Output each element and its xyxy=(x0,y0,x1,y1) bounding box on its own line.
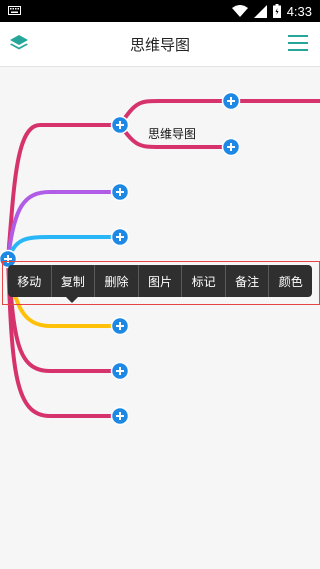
menu-item-copy[interactable]: 复制 xyxy=(52,265,96,297)
menu-item-delete[interactable]: 删除 xyxy=(95,265,139,297)
status-time: 4:33 xyxy=(286,3,312,19)
menu-item-color[interactable]: 颜色 xyxy=(269,265,312,297)
add-node-button[interactable] xyxy=(110,182,130,202)
page-title: 思维导图 xyxy=(129,36,190,54)
menu-item-image[interactable]: 图片 xyxy=(139,265,183,297)
add-node-button[interactable] xyxy=(221,137,241,157)
menu-icon[interactable] xyxy=(288,34,308,52)
add-node-button[interactable] xyxy=(110,361,130,381)
add-node-button[interactable] xyxy=(221,91,241,111)
add-node-button[interactable] xyxy=(110,227,130,247)
battery-icon xyxy=(272,4,281,18)
keyboard-icon xyxy=(8,6,21,15)
branch-1a xyxy=(118,99,320,127)
branch-2 xyxy=(6,190,122,261)
context-menu-pointer xyxy=(66,297,78,303)
mindmap-branches xyxy=(0,91,320,426)
add-node-button[interactable] xyxy=(110,316,130,336)
menu-item-note[interactable]: 备注 xyxy=(226,265,270,297)
add-node-button[interactable] xyxy=(110,406,130,426)
branch-3 xyxy=(6,235,122,261)
signal-icon xyxy=(253,4,267,18)
add-node-button[interactable] xyxy=(110,115,130,135)
menu-item-move[interactable]: 移动 xyxy=(8,265,52,297)
status-bar: 4:33 xyxy=(0,0,320,22)
add-buttons xyxy=(0,91,241,426)
wifi-icon xyxy=(231,4,248,17)
app-bar: 思维导图 xyxy=(0,22,320,67)
mindmap-canvas[interactable]: 思维导图 移动 复制 删除 图片 标记 备注 颜色 xyxy=(0,67,320,569)
context-menu: 移动 复制 删除 图片 标记 备注 颜色 xyxy=(8,265,312,297)
mindmap-node-label[interactable]: 思维导图 xyxy=(148,125,196,142)
menu-item-mark[interactable]: 标记 xyxy=(182,265,226,297)
